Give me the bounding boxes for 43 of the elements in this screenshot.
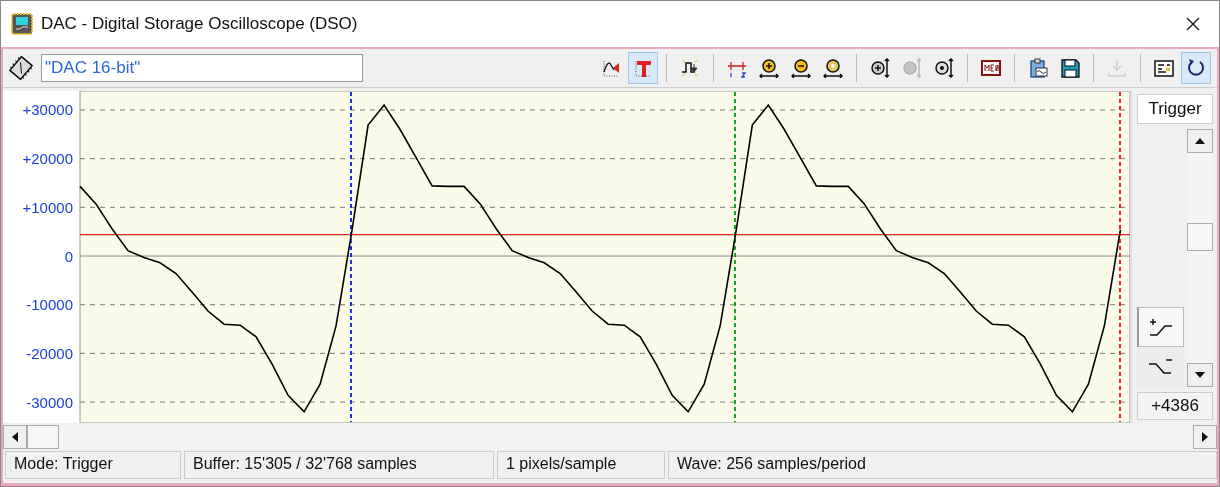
slope-button[interactable] <box>1137 307 1184 347</box>
clipboard-icon <box>1028 58 1048 78</box>
vertical-zoom-icon <box>902 58 922 78</box>
left-arrow-icon[interactable] <box>12 432 18 442</box>
app-icon <box>11 13 33 35</box>
zoom-fit-icon <box>823 58 843 78</box>
panel-icon <box>1154 58 1174 78</box>
axis-label: -10000 <box>26 296 73 314</box>
axis-label: 0 <box>64 247 73 265</box>
trigger-label: Trigger <box>1137 94 1213 124</box>
window-title: DAC - Digital Storage Oscilloscope (DSO) <box>41 14 358 34</box>
vertical-scrollbar[interactable] <box>1187 129 1213 387</box>
axis-label: +30000 <box>22 101 73 119</box>
close-icon[interactable] <box>1185 16 1201 32</box>
square-wave-icon <box>680 58 700 78</box>
status-text: Wave: 256 samples/period <box>668 451 1217 479</box>
down-arrow-icon[interactable] <box>1195 372 1205 378</box>
save-icon <box>1060 58 1080 78</box>
trigger-level-value: +4386 <box>1137 392 1213 420</box>
trigger-marker-icon <box>601 58 621 78</box>
up-arrow-icon[interactable] <box>1195 138 1205 144</box>
status-text: Mode: Trigger <box>5 451 181 479</box>
download-icon <box>1107 58 1127 78</box>
zoom-in-icon <box>759 58 779 78</box>
refresh-icon <box>1186 58 1206 78</box>
axis-label: -30000 <box>26 393 73 411</box>
channel-name-field[interactable]: "DAC 16-bit" <box>41 54 363 82</box>
axis-label: +20000 <box>22 150 73 168</box>
right-arrow-icon[interactable] <box>1202 432 1208 442</box>
scroll-thumb[interactable] <box>1187 223 1213 251</box>
vertical-zoom-in-icon <box>870 58 890 78</box>
status-text: Buffer: 15'305 / 32'768 samples <box>184 451 494 479</box>
axis-label: -20000 <box>26 344 73 362</box>
slope-button[interactable] <box>1137 347 1184 387</box>
memory-chip-icon <box>981 58 1001 78</box>
text-t-icon <box>633 58 653 78</box>
zoom-out-icon <box>791 58 811 78</box>
status-text: 1 pixels/sample <box>497 451 665 479</box>
horizontal-scrollbar[interactable] <box>3 425 1217 449</box>
scroll-thumb[interactable] <box>27 425 59 449</box>
axis-label: +10000 <box>22 198 73 216</box>
toolbar-button[interactable] <box>1181 52 1211 84</box>
vertical-fit-icon <box>934 58 954 78</box>
